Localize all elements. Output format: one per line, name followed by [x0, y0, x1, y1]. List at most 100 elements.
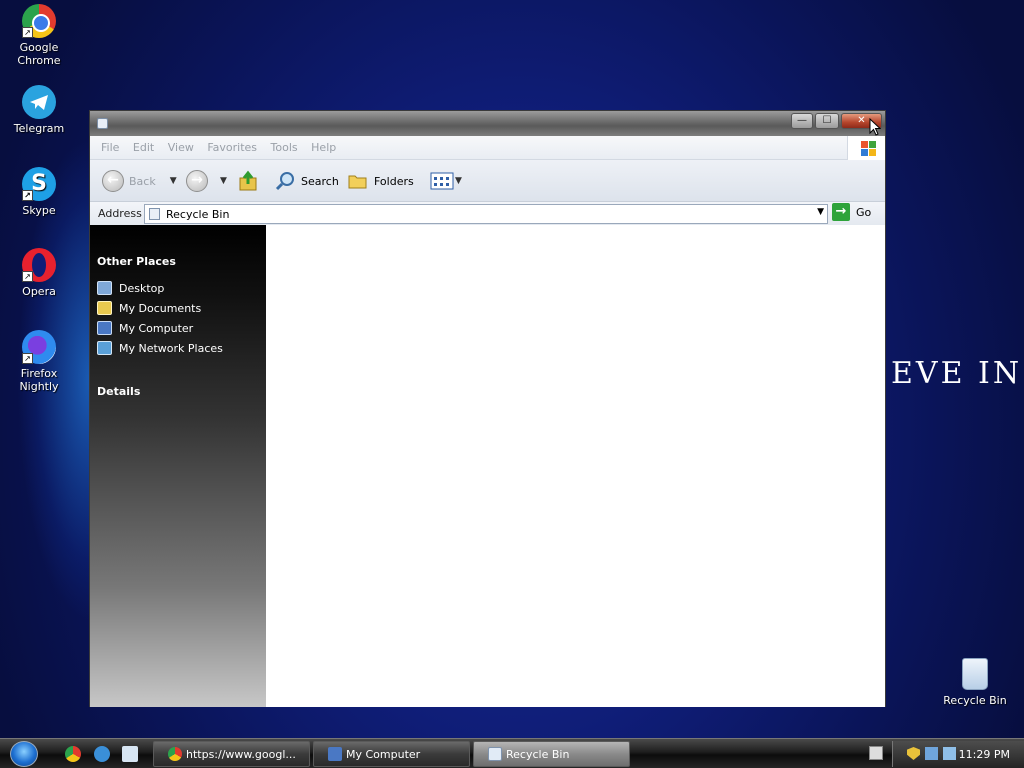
menu-edit[interactable]: Edit [128, 141, 159, 154]
link-label: My Documents [119, 301, 202, 315]
menu-favorites[interactable]: Favorites [202, 141, 262, 154]
views-dropdown-icon: ▼ [455, 176, 462, 186]
address-dropdown-icon[interactable]: ▼ [817, 207, 824, 217]
shortcut-arrow-icon: ↗ [22, 27, 33, 38]
shortcut-arrow-icon: ↗ [22, 353, 33, 364]
computer-icon [328, 747, 342, 761]
search-icon [275, 172, 294, 191]
shortcut-arrow-icon: ↗ [22, 271, 33, 282]
forward-arrow-icon: → [186, 170, 208, 192]
mouse-cursor-icon [869, 118, 881, 136]
menu-view[interactable]: View [163, 141, 199, 154]
chrome-icon: ↗ [22, 4, 56, 38]
quicklaunch-show-desktop-icon[interactable] [122, 746, 138, 762]
address-recycle-bin-icon [149, 208, 160, 220]
up-folder-button[interactable] [238, 168, 260, 194]
title-bar[interactable]: — ☐ ✕ [90, 111, 885, 136]
keyboard-icon[interactable] [869, 746, 883, 760]
task-pane: Other Places Desktop My Documents My Com… [90, 225, 266, 707]
desktop-icon-label: Recycle Bin [943, 694, 1007, 707]
opera-icon: ↗ [22, 248, 56, 282]
go-arrow-icon: → [832, 203, 850, 221]
details-title[interactable]: Details [97, 385, 140, 398]
skype-icon: S ↗ [22, 167, 56, 201]
menu-tools[interactable]: Tools [266, 141, 303, 154]
maximize-button[interactable]: ☐ [815, 113, 839, 129]
address-bar: Address Recycle Bin ▼ → Go [90, 202, 885, 226]
window-recycle-bin-icon [97, 118, 108, 129]
volume-icon[interactable] [943, 747, 956, 760]
menu-help[interactable]: Help [306, 141, 341, 154]
up-folder-icon [239, 170, 257, 191]
security-shield-icon[interactable] [907, 747, 920, 760]
my-computer-icon [97, 321, 112, 335]
views-button[interactable]: ▼ [430, 168, 462, 194]
wallpaper-text: EVE IN [891, 356, 1023, 391]
go-button[interactable]: → Go [832, 203, 871, 221]
other-places-title[interactable]: Other Places [97, 255, 176, 268]
desktop-icon-google-chrome[interactable]: ↗ Google Chrome [0, 4, 78, 67]
system-tray: 11:29 PM [892, 741, 1024, 767]
desktop-icon-label: Google Chrome [17, 41, 61, 67]
search-label: Search [301, 174, 339, 188]
menu-file[interactable]: File [96, 141, 124, 154]
forward-button[interactable]: → ▼ [186, 168, 227, 194]
skype-glyph: S [31, 171, 47, 196]
link-label: My Computer [119, 321, 194, 335]
address-label: Address [98, 207, 142, 220]
network-icon[interactable] [925, 747, 938, 760]
desktop-icon-label: Opera [22, 285, 56, 298]
my-documents-icon [97, 301, 112, 315]
link-desktop[interactable]: Desktop [97, 281, 164, 295]
address-value: Recycle Bin [166, 208, 230, 221]
telegram-icon [22, 85, 56, 119]
taskbar: https://www.googl... My Computer Recycle… [0, 738, 1024, 768]
file-list-area[interactable] [266, 225, 885, 707]
link-my-computer[interactable]: My Computer [97, 321, 193, 335]
task-chrome[interactable]: https://www.googl... [153, 741, 310, 767]
chrome-icon [168, 747, 182, 761]
go-label: Go [856, 205, 872, 219]
desktop-icon-recycle-bin[interactable]: Recycle Bin [936, 658, 1014, 707]
desktop-icon-telegram[interactable]: Telegram [0, 85, 78, 135]
desktop-icon-label: Firefox Nightly [19, 367, 59, 393]
back-arrow-icon: ← [102, 170, 124, 192]
views-icon [430, 172, 454, 190]
standard-toolbar: ← Back ▼ → ▼ Search Folders ▼ [90, 160, 885, 202]
quicklaunch-internet-explorer-icon[interactable] [94, 746, 110, 762]
task-label: https://www.googl... [186, 747, 296, 761]
back-dropdown-icon[interactable]: ▼ [170, 176, 177, 186]
task-recycle-bin[interactable]: Recycle Bin [473, 741, 630, 767]
desktop-icon-firefox-nightly[interactable]: ↗ Firefox Nightly [0, 330, 78, 393]
link-my-network-places[interactable]: My Network Places [97, 341, 223, 355]
folders-label: Folders [374, 174, 414, 188]
menu-bar: File Edit View Favorites Tools Help [90, 136, 885, 160]
my-network-places-icon [97, 341, 112, 355]
desktop-icon-label: Skype [22, 204, 56, 217]
link-label: My Network Places [119, 341, 223, 355]
desktop-icon-opera[interactable]: ↗ Opera [0, 248, 78, 298]
search-button[interactable]: Search [274, 168, 339, 194]
forward-dropdown-icon[interactable]: ▼ [220, 176, 227, 186]
minimize-button[interactable]: — [791, 113, 813, 129]
task-my-computer[interactable]: My Computer [313, 741, 470, 767]
recycle-bin-window: — ☐ ✕ File Edit View Favorites Tools Hel… [89, 110, 886, 707]
link-my-documents[interactable]: My Documents [97, 301, 201, 315]
link-label: Desktop [119, 281, 165, 295]
back-label: Back [129, 174, 156, 188]
shortcut-arrow-icon: ↗ [22, 190, 33, 201]
recycle-bin-icon [962, 658, 988, 690]
task-label: My Computer [346, 747, 421, 761]
windows-logo-icon [847, 136, 885, 160]
firefox-nightly-icon: ↗ [22, 330, 56, 364]
start-button[interactable] [10, 741, 38, 767]
desktop-icon-label: Telegram [13, 122, 65, 135]
folders-button[interactable]: Folders [347, 168, 414, 194]
back-button[interactable]: ← Back ▼ [102, 168, 177, 194]
task-label: Recycle Bin [506, 747, 570, 761]
desktop-icon-skype[interactable]: S ↗ Skype [0, 167, 78, 217]
address-input[interactable]: Recycle Bin ▼ [144, 204, 828, 224]
quicklaunch-chrome-icon[interactable] [65, 746, 81, 762]
clock[interactable]: 11:29 PM [959, 748, 1010, 761]
recycle-bin-icon [488, 747, 502, 761]
